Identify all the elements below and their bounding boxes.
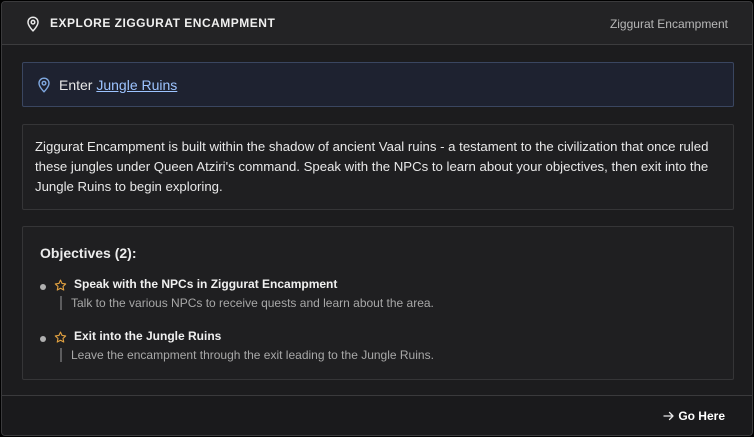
enter-prefix: Enter [59, 77, 97, 93]
arrow-right-icon [663, 411, 674, 421]
map-pin-icon [27, 16, 39, 32]
star-icon [54, 279, 67, 291]
star-icon [54, 331, 67, 343]
location-label: Ziggurat Encampment [609, 17, 728, 31]
bullet-dot [40, 284, 46, 290]
bullet-dot [40, 336, 46, 342]
zone-description: Ziggurat Encampment is built within the … [22, 124, 734, 210]
objective-description: Talk to the various NPCs to receive ques… [60, 296, 434, 310]
enter-zone-text: Enter Jungle Ruins [59, 77, 177, 93]
objective-name: Exit into the Jungle Ruins [74, 329, 222, 343]
enter-zone-banner: Enter Jungle Ruins [22, 62, 734, 107]
objective-description: Leave the encampment through the exit le… [60, 348, 434, 362]
card-footer: Go Here [2, 395, 752, 435]
card-header: EXPLORE ZIGGURAT ENCAMPMENT Ziggurat Enc… [2, 2, 752, 45]
zone-link[interactable]: Jungle Ruins [96, 77, 177, 93]
objectives-panel: Objectives (2): Speak with the NPCs in Z… [22, 226, 734, 380]
objective-item: Speak with the NPCs in Ziggurat Encampme… [23, 277, 733, 317]
map-pin-icon [38, 77, 50, 93]
go-here-button[interactable]: Go Here [663, 409, 725, 423]
go-here-label: Go Here [678, 409, 725, 423]
objective-name: Speak with the NPCs in Ziggurat Encampme… [74, 277, 338, 291]
objective-item: Exit into the Jungle Ruins Leave the enc… [23, 329, 733, 369]
objectives-title: Objectives (2): [40, 245, 137, 261]
quest-card: EXPLORE ZIGGURAT ENCAMPMENT Ziggurat Enc… [1, 1, 753, 436]
quest-title: EXPLORE ZIGGURAT ENCAMPMENT [50, 16, 276, 30]
